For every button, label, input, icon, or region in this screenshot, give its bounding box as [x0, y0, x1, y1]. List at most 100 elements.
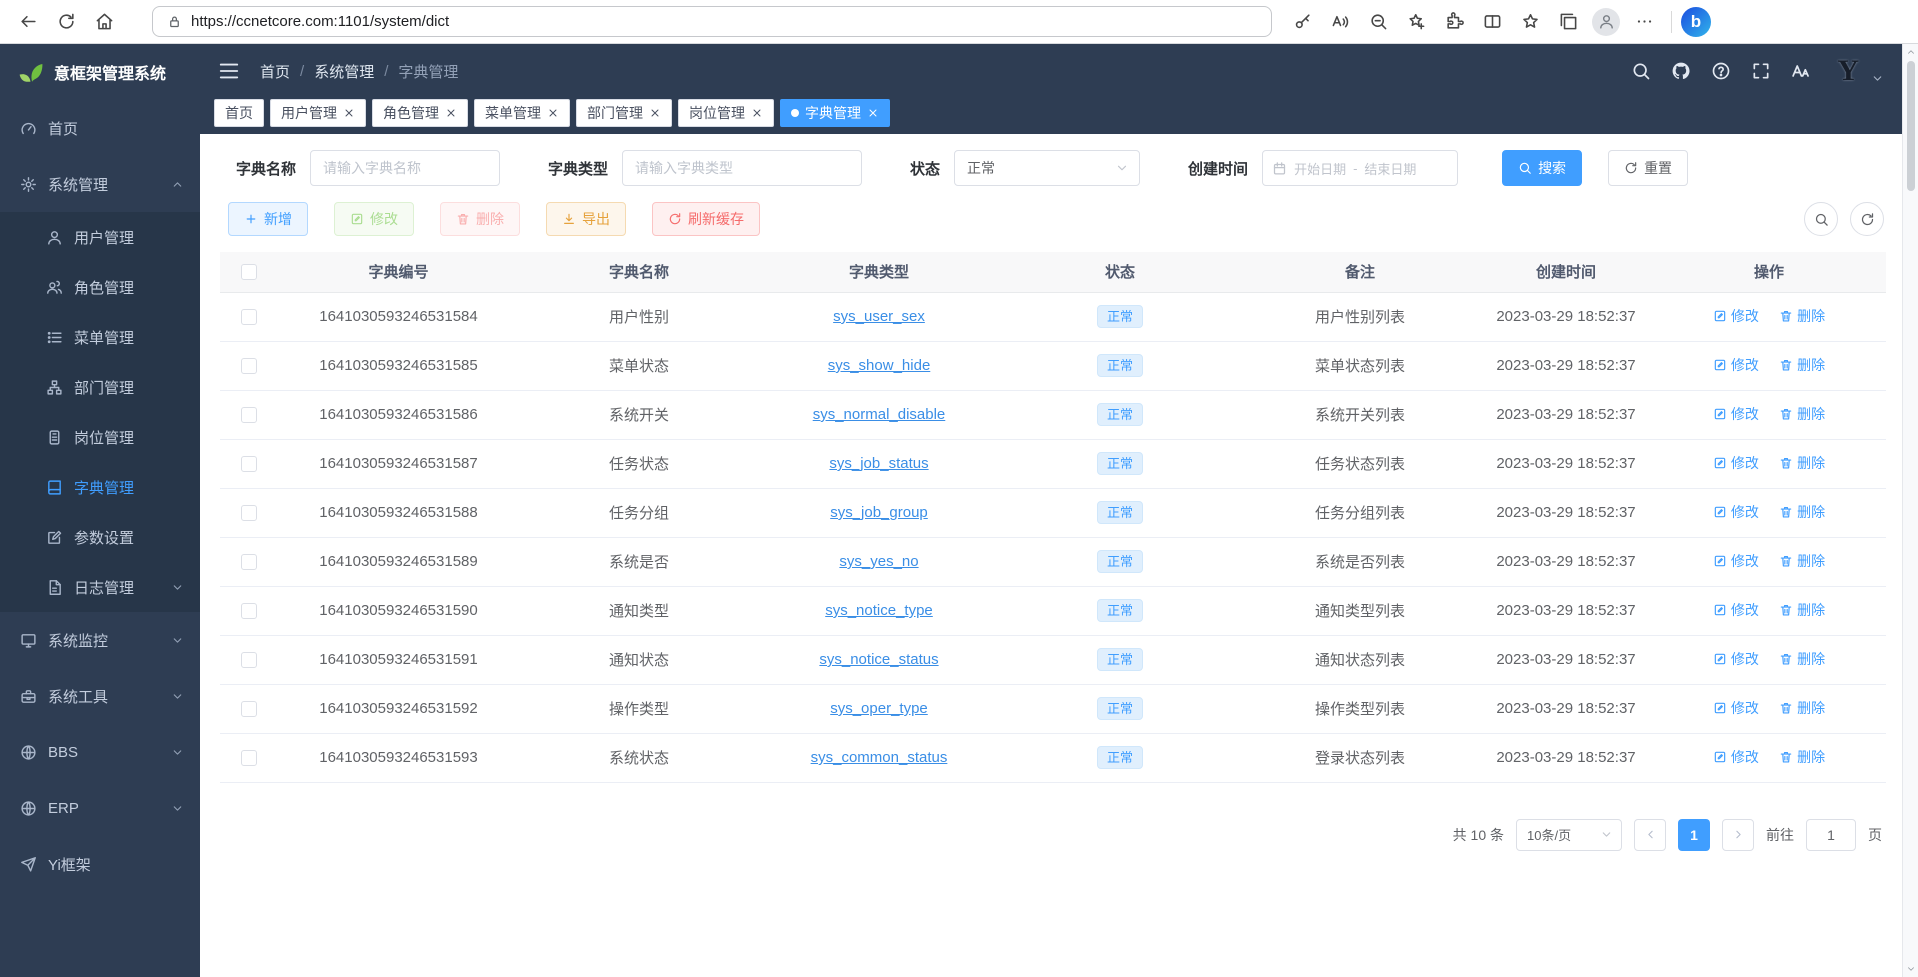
- sidebar-item-system-monitor[interactable]: 系统监控: [0, 612, 200, 668]
- row-checkbox[interactable]: [241, 652, 257, 668]
- close-icon[interactable]: [445, 107, 457, 119]
- dict-type-input[interactable]: [622, 150, 862, 186]
- dict-type-link[interactable]: sys_user_sex: [833, 308, 925, 325]
- dict-type-link[interactable]: sys_job_status: [829, 455, 928, 472]
- close-icon[interactable]: [751, 107, 763, 119]
- dict-type-link[interactable]: sys_normal_disable: [813, 406, 946, 423]
- page-size-select[interactable]: 10条/页: [1516, 819, 1622, 851]
- browser-home-button[interactable]: [86, 4, 122, 40]
- sidebar-item-log-management[interactable]: 日志管理: [0, 562, 200, 612]
- row-checkbox[interactable]: [241, 407, 257, 423]
- font-size-icon[interactable]: [1791, 61, 1811, 81]
- reset-button[interactable]: 重置: [1608, 150, 1688, 186]
- next-page-button[interactable]: [1722, 819, 1754, 851]
- scrollbar-down-icon[interactable]: [1906, 964, 1916, 974]
- sidebar-item-home[interactable]: 首页: [0, 100, 200, 156]
- tab-user-management[interactable]: 用户管理: [270, 99, 366, 127]
- sidebar-item-param-settings[interactable]: 参数设置: [0, 512, 200, 562]
- address-bar[interactable]: https://ccnetcore.com:1101/system/dict: [152, 6, 1272, 37]
- collections-button[interactable]: [1550, 4, 1586, 40]
- row-edit-button[interactable]: 修改: [1713, 747, 1759, 767]
- favorites-button[interactable]: [1512, 4, 1548, 40]
- row-delete-button[interactable]: 删除: [1779, 600, 1825, 620]
- breadcrumb-system[interactable]: 系统管理: [314, 61, 374, 82]
- sidebar-item-role-management[interactable]: 角色管理: [0, 262, 200, 312]
- row-edit-button[interactable]: 修改: [1713, 600, 1759, 620]
- row-delete-button[interactable]: 删除: [1779, 649, 1825, 669]
- github-icon[interactable]: [1671, 61, 1691, 81]
- row-checkbox[interactable]: [241, 750, 257, 766]
- date-range-picker[interactable]: 开始日期 - 结束日期: [1262, 150, 1458, 186]
- row-delete-button[interactable]: 删除: [1779, 698, 1825, 718]
- delete-button[interactable]: 删除: [440, 202, 520, 236]
- more-menu-button[interactable]: [1626, 4, 1662, 40]
- row-edit-button[interactable]: 修改: [1713, 502, 1759, 522]
- sidebar-item-system-tools[interactable]: 系统工具: [0, 668, 200, 724]
- page-scrollbar[interactable]: [1902, 44, 1918, 977]
- row-checkbox[interactable]: [241, 505, 257, 521]
- dict-type-link[interactable]: sys_notice_status: [819, 651, 938, 668]
- breadcrumb-home[interactable]: 首页: [260, 61, 290, 82]
- dict-type-link[interactable]: sys_yes_no: [839, 553, 918, 570]
- edit-button[interactable]: 修改: [334, 202, 414, 236]
- password-key-button[interactable]: [1284, 4, 1320, 40]
- row-edit-button[interactable]: 修改: [1713, 453, 1759, 473]
- scrollbar-up-icon[interactable]: [1906, 47, 1916, 57]
- tab-dict-management[interactable]: 字典管理: [780, 99, 890, 127]
- search-button[interactable]: 搜索: [1502, 150, 1582, 186]
- sidebar-item-user-management[interactable]: 用户管理: [0, 212, 200, 262]
- sidebar-item-yi-framework[interactable]: Yi框架: [0, 836, 200, 892]
- add-button[interactable]: 新增: [228, 202, 308, 236]
- export-button[interactable]: 导出: [546, 202, 626, 236]
- tab-post-management[interactable]: 岗位管理: [678, 99, 774, 127]
- row-delete-button[interactable]: 删除: [1779, 551, 1825, 571]
- profile-avatar[interactable]: [1592, 8, 1620, 36]
- dict-name-input[interactable]: [310, 150, 500, 186]
- read-aloud-button[interactable]: [1322, 4, 1358, 40]
- dict-type-link[interactable]: sys_notice_type: [825, 602, 933, 619]
- row-checkbox[interactable]: [241, 554, 257, 570]
- current-page[interactable]: 1: [1678, 819, 1710, 851]
- fullscreen-icon[interactable]: [1751, 61, 1771, 81]
- tab-dept-management[interactable]: 部门管理: [576, 99, 672, 127]
- status-select[interactable]: 正常: [954, 150, 1140, 186]
- close-icon[interactable]: [867, 107, 879, 119]
- refresh-cache-button[interactable]: 刷新缓存: [652, 202, 760, 236]
- bing-discover-button[interactable]: b: [1681, 7, 1711, 37]
- toggle-search-button[interactable]: [1804, 202, 1838, 236]
- scrollbar-thumb[interactable]: [1907, 61, 1915, 191]
- row-delete-button[interactable]: 删除: [1779, 306, 1825, 326]
- chevron-down-icon[interactable]: [1871, 72, 1884, 85]
- add-favorite-button[interactable]: [1398, 4, 1434, 40]
- app-logo[interactable]: 意框架管理系统: [0, 44, 200, 100]
- extensions-button[interactable]: [1436, 4, 1472, 40]
- row-edit-button[interactable]: 修改: [1713, 404, 1759, 424]
- sidebar-item-post-management[interactable]: 岗位管理: [0, 412, 200, 462]
- hamburger-icon[interactable]: [218, 60, 240, 82]
- tab-home[interactable]: 首页: [214, 99, 264, 127]
- select-all-checkbox[interactable]: [241, 264, 257, 280]
- close-icon[interactable]: [649, 107, 661, 119]
- user-logo[interactable]: Y: [1837, 56, 1859, 86]
- tab-role-management[interactable]: 角色管理: [372, 99, 468, 127]
- row-edit-button[interactable]: 修改: [1713, 551, 1759, 571]
- search-icon[interactable]: [1631, 61, 1651, 81]
- browser-refresh-button[interactable]: [48, 4, 84, 40]
- sidebar-item-erp[interactable]: ERP: [0, 780, 200, 836]
- sidebar-item-system-management[interactable]: 系统管理: [0, 156, 200, 212]
- split-screen-button[interactable]: [1474, 4, 1510, 40]
- tab-menu-management[interactable]: 菜单管理: [474, 99, 570, 127]
- row-checkbox[interactable]: [241, 456, 257, 472]
- close-icon[interactable]: [343, 107, 355, 119]
- row-edit-button[interactable]: 修改: [1713, 355, 1759, 375]
- row-delete-button[interactable]: 删除: [1779, 404, 1825, 424]
- prev-page-button[interactable]: [1634, 819, 1666, 851]
- sidebar-item-dict-management[interactable]: 字典管理: [0, 462, 200, 512]
- browser-back-button[interactable]: [10, 4, 46, 40]
- row-edit-button[interactable]: 修改: [1713, 306, 1759, 326]
- sidebar-item-menu-management[interactable]: 菜单管理: [0, 312, 200, 362]
- dict-type-link[interactable]: sys_show_hide: [828, 357, 931, 374]
- goto-page-input[interactable]: [1806, 819, 1856, 851]
- refresh-table-button[interactable]: [1850, 202, 1884, 236]
- dict-type-link[interactable]: sys_job_group: [830, 504, 928, 521]
